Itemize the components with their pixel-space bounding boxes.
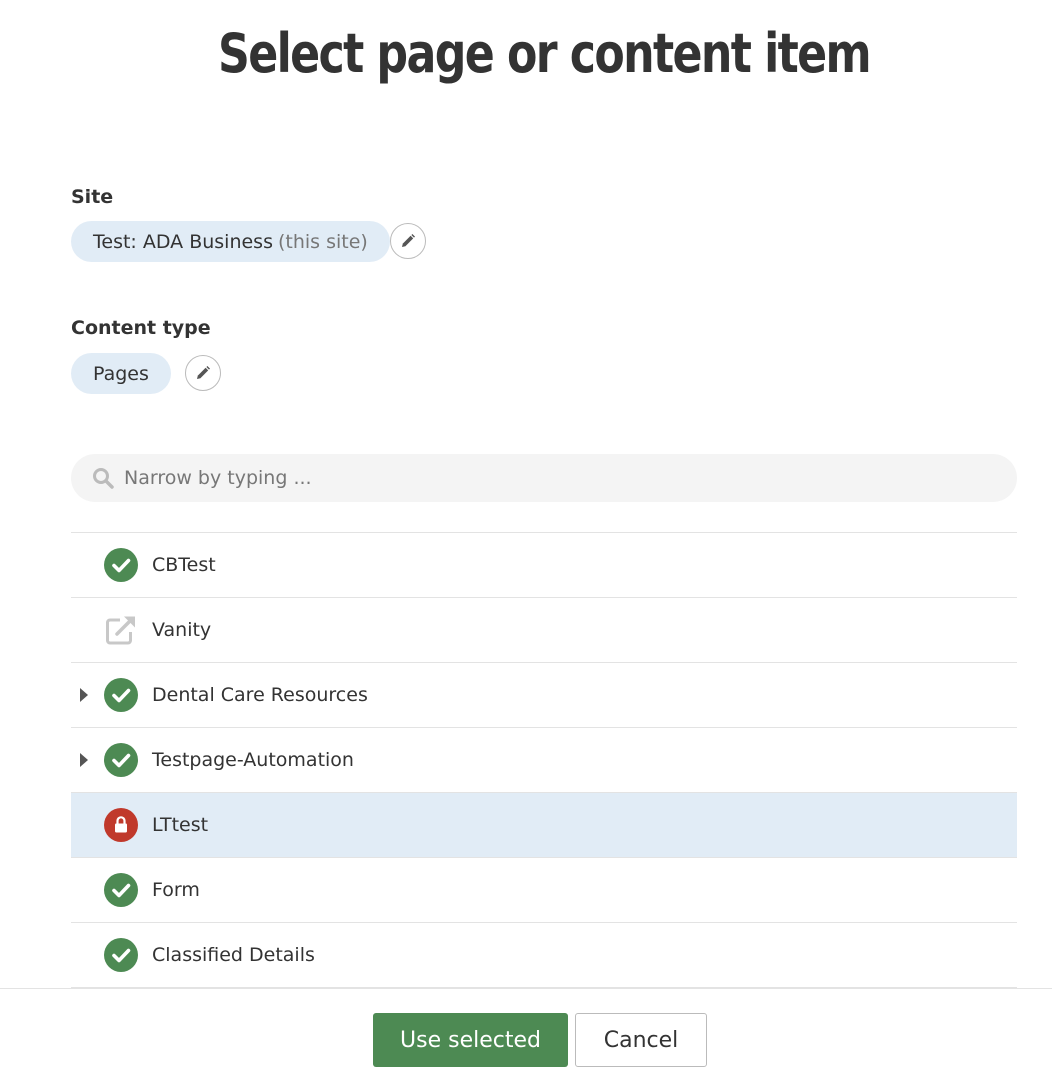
use-selected-button[interactable]: Use selected (373, 1013, 568, 1067)
pencil-icon (197, 366, 210, 379)
list-item[interactable]: Vanity (71, 598, 1017, 663)
content-item-list: CBTest Vanity Dental Care Resources Testpag… (71, 532, 1017, 988)
list-item[interactable]: CBTest (71, 533, 1017, 598)
search-box[interactable] (71, 454, 1017, 502)
list-item[interactable]: LTtest (71, 793, 1017, 858)
list-item-label: Vanity (152, 619, 212, 641)
published-check-icon (104, 873, 138, 907)
published-check-icon (104, 938, 138, 972)
published-check-icon (104, 743, 138, 777)
page-title: Select page or content item (217, 22, 872, 85)
content-type-value: Pages (93, 362, 149, 385)
search-input[interactable] (122, 466, 986, 490)
list-item[interactable]: Form (71, 858, 1017, 923)
site-label: Site (71, 186, 114, 208)
edit-content-type-button[interactable] (185, 355, 221, 391)
lock-icon (104, 808, 138, 842)
list-item-label: CBTest (152, 554, 216, 576)
site-suffix: (this site) (277, 230, 368, 253)
external-link-icon (104, 613, 138, 647)
list-item-label: Classified Details (152, 944, 315, 966)
caret-right-icon[interactable] (80, 753, 88, 767)
search-icon (93, 468, 114, 489)
list-item[interactable]: Testpage-Automation (71, 728, 1017, 793)
caret-right-icon[interactable] (80, 688, 88, 702)
list-item-label: Dental Care Resources (152, 684, 368, 706)
content-type-label: Content type (71, 317, 211, 339)
site-value: Test: ADA Business (93, 230, 273, 253)
list-item-label: Testpage-Automation (152, 749, 354, 771)
content-type-pill[interactable]: Pages (71, 353, 171, 394)
site-value-pill[interactable]: Test: ADA Business (this site) (71, 221, 390, 262)
pencil-icon (402, 234, 415, 247)
published-check-icon (104, 548, 138, 582)
list-item[interactable]: Classified Details (71, 923, 1017, 988)
published-check-icon (104, 678, 138, 712)
edit-site-button[interactable] (390, 223, 426, 259)
list-item-label: Form (152, 879, 200, 901)
cancel-button[interactable]: Cancel (575, 1013, 707, 1067)
footer: Use selected Cancel (0, 988, 1052, 1081)
list-item[interactable]: Dental Care Resources (71, 663, 1017, 728)
list-item-label: LTtest (152, 814, 209, 836)
